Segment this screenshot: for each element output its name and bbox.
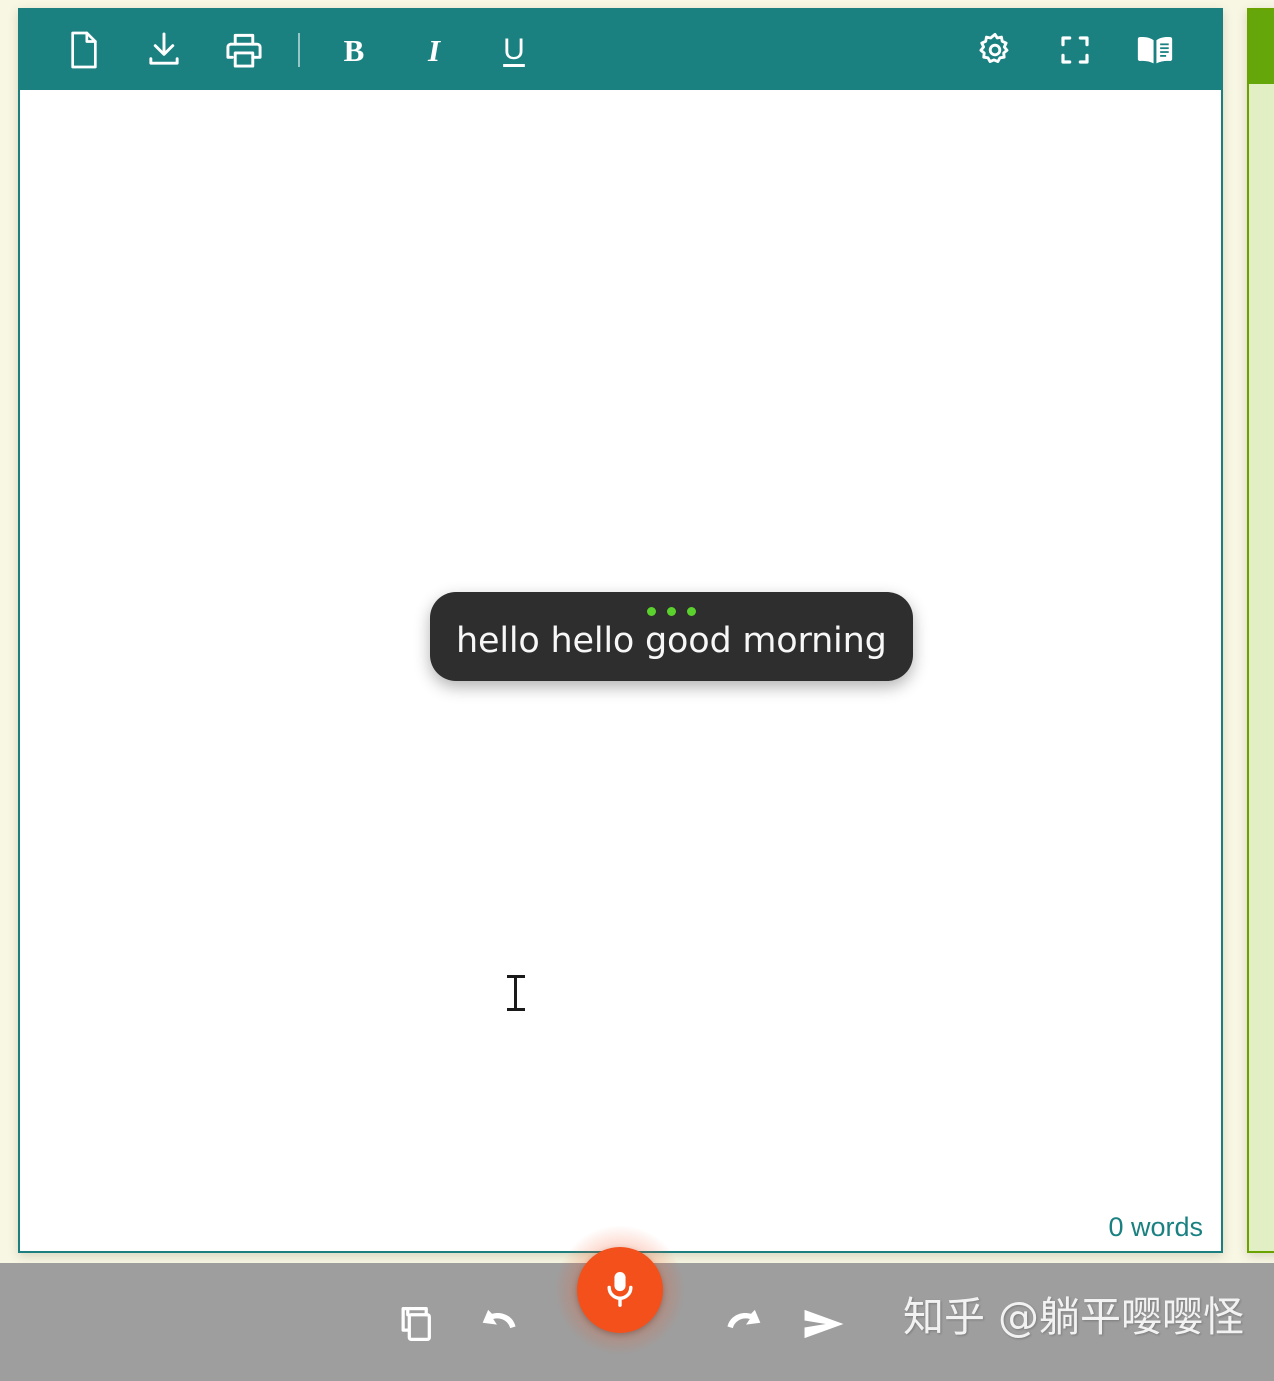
listening-dots: [456, 606, 887, 616]
fullscreen-button[interactable]: [1047, 22, 1103, 78]
undo-icon: [477, 1306, 521, 1342]
underline-button[interactable]: U: [486, 22, 542, 78]
listening-dot: [646, 606, 656, 616]
italic-icon: I: [427, 32, 441, 68]
copy-icon: [398, 1304, 436, 1344]
listening-dot: [686, 606, 696, 616]
gear-icon: [977, 32, 1013, 68]
print-button[interactable]: [216, 22, 272, 78]
editor-toolbar: B I U: [20, 10, 1221, 90]
side-panel-header: [1249, 10, 1274, 84]
editor-window: B I U hello hello good morning 0 words: [18, 8, 1223, 1253]
download-icon: [146, 31, 182, 69]
microphone-record-button[interactable]: [577, 1247, 663, 1333]
book-icon: [1135, 33, 1175, 67]
send-icon: [801, 1304, 847, 1344]
redo-button[interactable]: [712, 1292, 776, 1356]
toolbar-divider: [298, 33, 300, 67]
undo-button[interactable]: [467, 1292, 531, 1356]
toolbar-left-group: B I U: [46, 22, 554, 78]
side-panel[interactable]: [1247, 8, 1274, 1253]
word-count-label: 0 words: [1108, 1212, 1203, 1242]
copy-button-slot: [385, 1292, 449, 1356]
toolbar-right-group: [957, 22, 1195, 78]
bold-button[interactable]: B: [326, 22, 382, 78]
watermark-label: 知乎 @躺平嘤嘤怪: [902, 1293, 1244, 1341]
redo-button-slot: [712, 1292, 776, 1356]
listening-dot: [666, 606, 676, 616]
document-icon: [67, 30, 101, 70]
send-button[interactable]: [792, 1292, 856, 1356]
new-document-button[interactable]: [56, 22, 112, 78]
transcription-bubble: hello hello good morning: [430, 592, 913, 682]
redo-icon: [722, 1306, 766, 1342]
send-button-slot: [792, 1292, 856, 1356]
undo-button-slot: [467, 1292, 531, 1356]
text-cursor-ibeam: [507, 975, 525, 1011]
bold-icon: B: [343, 32, 365, 68]
italic-button[interactable]: I: [406, 22, 462, 78]
copy-button[interactable]: [385, 1292, 449, 1356]
fullscreen-icon: [1059, 34, 1091, 66]
reader-button[interactable]: [1127, 22, 1183, 78]
settings-button[interactable]: [967, 22, 1023, 78]
download-button[interactable]: [136, 22, 192, 78]
microphone-icon: [603, 1267, 637, 1314]
document-canvas[interactable]: hello hello good morning 0 words: [20, 90, 1221, 1251]
printer-icon: [225, 31, 263, 69]
transcription-text: hello hello good morning: [456, 621, 887, 661]
underline-icon: U: [503, 33, 525, 66]
